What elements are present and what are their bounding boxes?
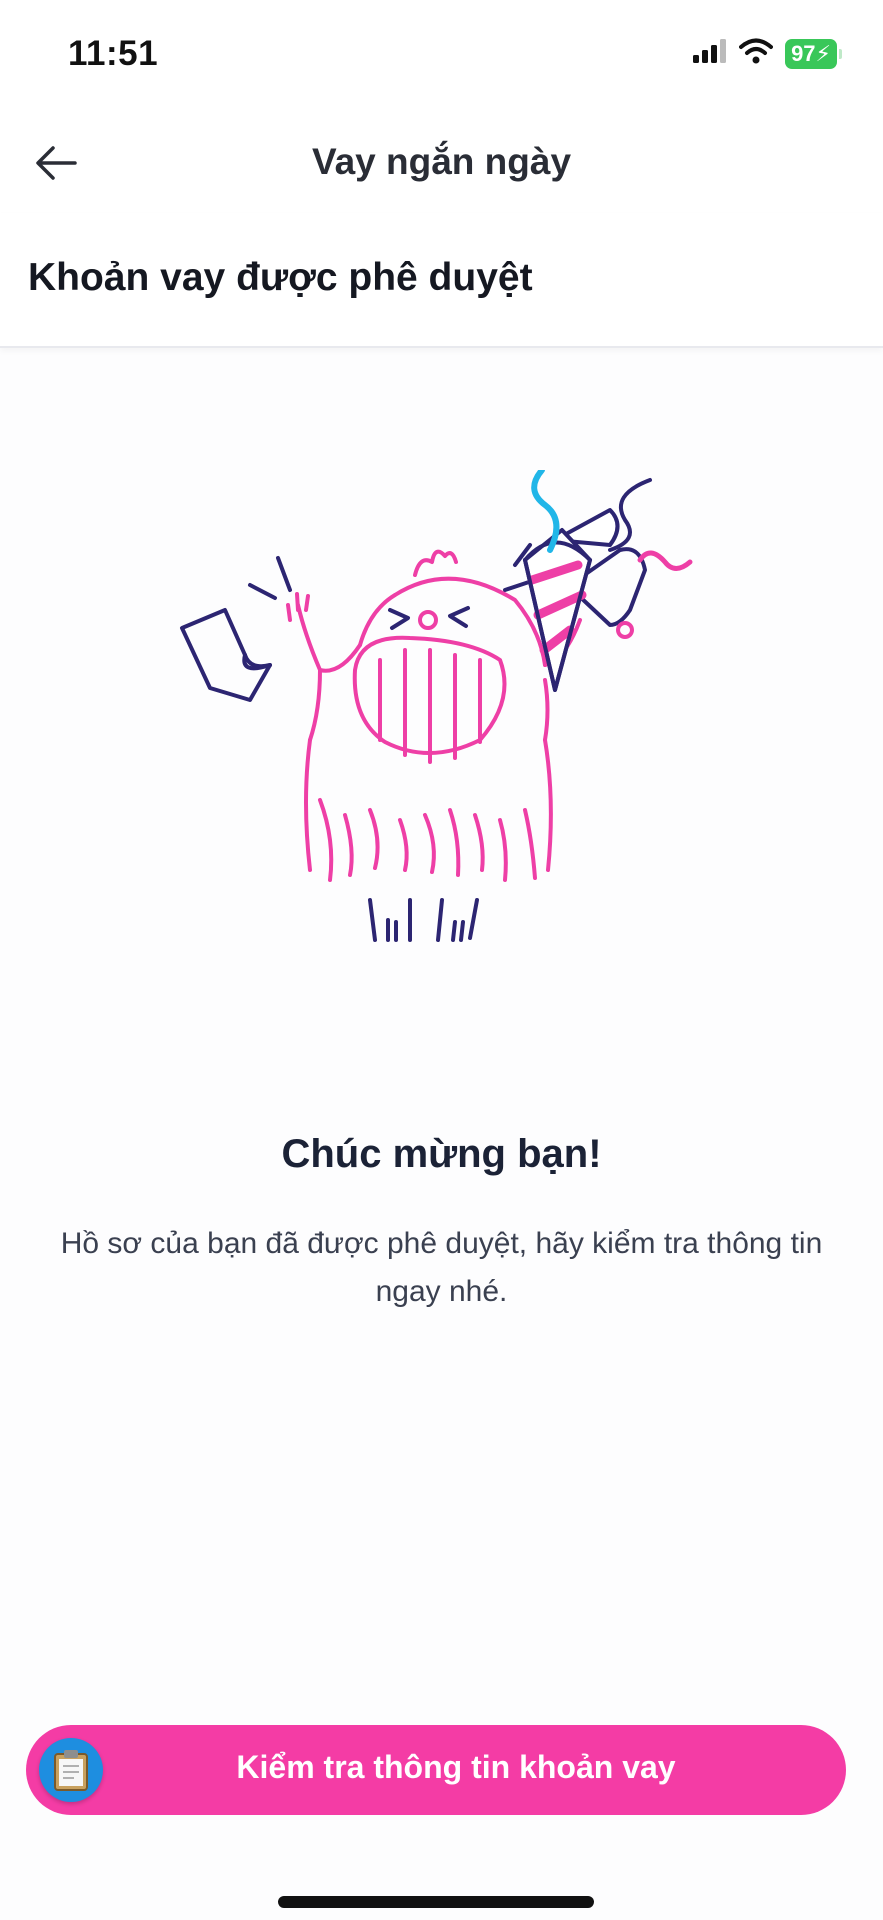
- cellular-signal-icon: [693, 39, 727, 68]
- check-loan-info-button[interactable]: Kiểm tra thông tin khoản vay: [26, 1725, 846, 1815]
- approval-message: Hồ sơ của bạn đã được phê duyệt, hãy kiể…: [60, 1227, 823, 1308]
- charging-bolt-icon: ⚡: [815, 40, 831, 66]
- battery-level: 97: [791, 40, 816, 66]
- page-title: Vay ngắn ngày: [311, 141, 572, 182]
- check-loan-info-label: Kiểm tra thông tin khoản vay: [236, 1749, 676, 1785]
- status-icons: 97⚡: [693, 38, 842, 69]
- home-indicator: [278, 1896, 594, 1908]
- nav-bar: Vay ngắn ngày: [0, 115, 883, 213]
- wifi-icon: [739, 38, 774, 69]
- section-header: Khoản vay được phê duyệt: [0, 213, 883, 348]
- celebration-illustration: [170, 467, 790, 1030]
- battery-charging-icon: 97⚡: [785, 38, 842, 69]
- congrats-headline: Chúc mừng bạn!: [281, 1132, 602, 1176]
- section-title: Khoản vay được phê duyệt: [28, 256, 533, 299]
- status-bar: 11:51 97⚡: [0, 0, 883, 115]
- status-time: 11:51: [68, 34, 159, 73]
